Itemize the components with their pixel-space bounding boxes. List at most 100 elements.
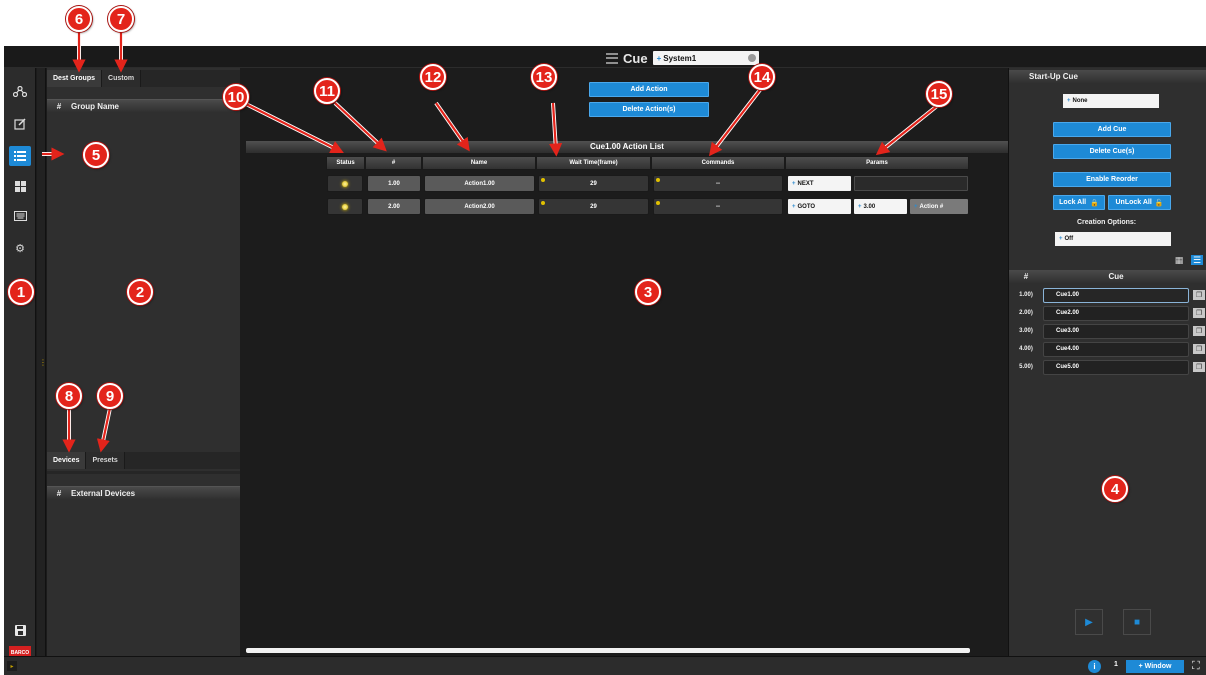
horizontal-scrollbar[interactable] bbox=[246, 648, 970, 653]
copy-icon[interactable]: ❐ bbox=[1193, 326, 1205, 336]
plus-icon: + bbox=[792, 203, 796, 210]
fullscreen-icon[interactable]: ⛶ bbox=[1192, 660, 1200, 673]
callout-2: 2 bbox=[127, 279, 153, 305]
cue-row[interactable]: 4.00) Cue4.00 ❐ bbox=[1009, 341, 1206, 357]
tab-dest-groups[interactable]: Dest Groups bbox=[47, 70, 103, 87]
panel-splitter[interactable]: ⋮ bbox=[37, 68, 47, 656]
startup-cue-value: None bbox=[1072, 98, 1088, 104]
copy-icon[interactable]: ❐ bbox=[1193, 344, 1205, 354]
add-cue-button[interactable]: Add Cue bbox=[1053, 122, 1171, 137]
window-select-value: Window bbox=[1144, 663, 1172, 670]
param-value: 3.00 bbox=[863, 203, 876, 210]
status-led-icon bbox=[342, 180, 348, 187]
tab-presets[interactable]: Presets bbox=[86, 452, 125, 469]
cue-editor-window: Cue + System1 ⚙ BARCO ⋮ Dest Groups Cust… bbox=[4, 46, 1206, 675]
wait-time-field[interactable]: 29 bbox=[538, 175, 649, 192]
command-field[interactable]: -- bbox=[653, 198, 783, 215]
cue-name: Cue5.00 bbox=[1043, 359, 1189, 375]
param-select[interactable]: + NEXT bbox=[788, 176, 851, 191]
panel-divider[interactable] bbox=[47, 471, 240, 474]
field-marker-icon bbox=[541, 178, 545, 182]
field-marker-icon bbox=[541, 201, 545, 205]
cue-name: Cue1.00 bbox=[1043, 287, 1189, 303]
callout-10: 10 bbox=[223, 84, 249, 110]
callout-12: 12 bbox=[420, 64, 446, 90]
param-select-value: GOTO bbox=[797, 203, 816, 210]
system-select[interactable]: + System1 bbox=[652, 51, 759, 65]
right-panel: Start-Up Cue + None Add Cue Delete Cue(s)… bbox=[1008, 68, 1206, 656]
action-name[interactable]: Action2.00 bbox=[424, 198, 535, 215]
callout-3: 3 bbox=[635, 279, 661, 305]
column-header-status[interactable]: Status bbox=[326, 156, 365, 170]
action-number[interactable]: 1.00 bbox=[367, 175, 421, 192]
callout-14: 14 bbox=[749, 64, 775, 90]
cue-row[interactable]: 5.00) Cue5.00 ❐ bbox=[1009, 359, 1206, 375]
command-value: -- bbox=[716, 180, 720, 187]
action-number[interactable]: 2.00 bbox=[367, 198, 421, 215]
creation-options-select[interactable]: + Off bbox=[1055, 232, 1171, 246]
param-select[interactable]: + GOTO bbox=[788, 199, 851, 214]
play-button[interactable]: ▶ bbox=[1075, 609, 1103, 635]
grid-icon[interactable] bbox=[9, 176, 31, 196]
external-devices-column: External Devices bbox=[71, 488, 136, 498]
cue-row[interactable]: 2.00) Cue2.00 ❐ bbox=[1009, 305, 1206, 321]
cue-number: 2.00) bbox=[1019, 310, 1033, 316]
copy-icon[interactable]: ❐ bbox=[1193, 290, 1205, 300]
column-header-name[interactable]: Name bbox=[422, 156, 536, 170]
column-header-commands[interactable]: Commands bbox=[651, 156, 785, 170]
action-number-select[interactable]: + Action # bbox=[910, 199, 968, 214]
stop-button[interactable]: ■ bbox=[1123, 609, 1151, 635]
delete-cue-button[interactable]: Delete Cue(s) bbox=[1053, 144, 1171, 159]
startup-cue-select[interactable]: + None bbox=[1063, 94, 1159, 108]
list-icon[interactable] bbox=[9, 146, 31, 166]
column-header-params[interactable]: Params bbox=[785, 156, 969, 170]
keyboard-icon[interactable] bbox=[9, 206, 31, 226]
device-tabs: Devices Presets bbox=[47, 452, 240, 469]
gear-icon[interactable]: ⚙ bbox=[9, 238, 31, 258]
unlock-all-label: UnLock All bbox=[1115, 199, 1152, 206]
delete-action-button[interactable]: Delete Action(s) bbox=[589, 102, 709, 117]
callout-4: 4 bbox=[1102, 476, 1128, 502]
wait-time-field[interactable]: 29 bbox=[538, 198, 649, 215]
save-icon[interactable] bbox=[10, 621, 30, 639]
column-header-number[interactable]: # bbox=[365, 156, 422, 170]
enable-reorder-button[interactable]: Enable Reorder bbox=[1053, 172, 1171, 187]
list-view-icon[interactable]: ☰ bbox=[1191, 255, 1203, 265]
lock-all-label: Lock All bbox=[1059, 199, 1087, 206]
action-name[interactable]: Action1.00 bbox=[424, 175, 535, 192]
info-icon[interactable]: i bbox=[1088, 660, 1101, 673]
callout-5: 5 bbox=[83, 142, 109, 168]
window-select[interactable]: + Window bbox=[1126, 660, 1184, 673]
cue-row[interactable]: 1.00) Cue1.00 ❐ bbox=[1009, 287, 1206, 303]
add-action-button[interactable]: Add Action bbox=[589, 82, 709, 97]
cue-row[interactable]: 3.00) Cue3.00 ❐ bbox=[1009, 323, 1206, 339]
cue-column: Cue bbox=[1108, 272, 1124, 281]
grid-view-icon[interactable]: ▦ bbox=[1173, 255, 1185, 265]
command-field[interactable]: -- bbox=[653, 175, 783, 192]
unlock-all-button[interactable]: UnLock All 🔓 bbox=[1108, 195, 1171, 210]
action-list-area: Add Action Delete Action(s) Cue1.00 Acti… bbox=[240, 68, 1008, 656]
copy-icon[interactable]: ❐ bbox=[1193, 308, 1205, 318]
plus-icon: + bbox=[1067, 98, 1071, 104]
group-name-header: # Group Name bbox=[47, 99, 240, 112]
copy-icon[interactable]: ❐ bbox=[1193, 362, 1205, 372]
tab-devices[interactable]: Devices bbox=[47, 452, 87, 469]
edit-icon[interactable] bbox=[9, 114, 31, 134]
plus-icon: + bbox=[656, 53, 662, 63]
network-icon[interactable] bbox=[9, 81, 31, 101]
column-header-wait-time[interactable]: Wait Time(frame) bbox=[536, 156, 651, 170]
status-bar: ▸ i 1 + Window ⛶ bbox=[4, 656, 1206, 675]
callout-13: 13 bbox=[531, 64, 557, 90]
wait-time-value: 29 bbox=[590, 180, 597, 187]
lock-all-button[interactable]: Lock All 🔒 bbox=[1053, 195, 1105, 210]
tab-custom[interactable]: Custom bbox=[102, 70, 142, 87]
unlock-icon: 🔓 bbox=[1154, 199, 1164, 207]
command-value: -- bbox=[716, 203, 720, 210]
param-value-select[interactable]: +3.00 bbox=[854, 199, 907, 214]
plus-icon: + bbox=[858, 203, 862, 210]
param-empty-field[interactable] bbox=[854, 176, 968, 191]
play-icon: ▶ bbox=[1085, 616, 1093, 628]
callout-11: 11 bbox=[314, 78, 340, 104]
expand-icon[interactable]: ▸ bbox=[7, 661, 17, 671]
param-select-value: NEXT bbox=[797, 180, 814, 187]
